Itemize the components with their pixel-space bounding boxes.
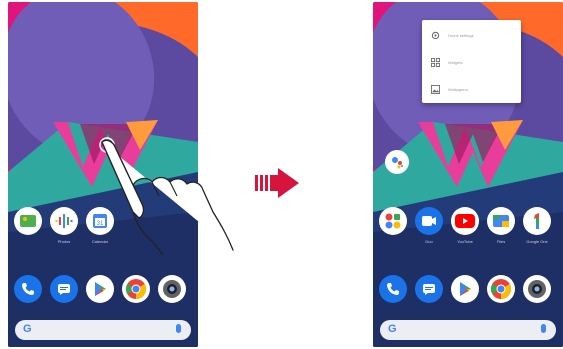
gear-icon bbox=[430, 30, 440, 40]
menu-item-label: Wallpapers bbox=[448, 86, 468, 92]
home-long-press-menu: Home settings Widgets Wallpapers bbox=[422, 20, 521, 103]
menu-item-label: Home settings bbox=[448, 32, 474, 38]
google-search-bar[interactable]: G bbox=[15, 320, 191, 340]
camera-icon[interactable] bbox=[158, 275, 186, 303]
phone-icon[interactable] bbox=[14, 275, 42, 303]
messages-icon[interactable] bbox=[50, 275, 78, 303]
chrome-icon[interactable] bbox=[487, 275, 515, 303]
google-assistant-icon[interactable] bbox=[385, 150, 409, 174]
phone-icon[interactable] bbox=[379, 275, 407, 303]
pointing-hand-illustration bbox=[101, 139, 234, 255]
app-label: YouTube bbox=[457, 239, 473, 244]
microphone-icon[interactable] bbox=[541, 324, 546, 333]
camera-icon[interactable] bbox=[523, 275, 551, 303]
wallpaper-icon bbox=[430, 84, 440, 94]
google-folder-icon[interactable] bbox=[379, 207, 407, 235]
podcasts-icon[interactable] bbox=[50, 207, 78, 235]
app-label: Duo bbox=[425, 239, 433, 244]
photos-widget-icon[interactable] bbox=[14, 207, 42, 235]
messages-icon[interactable] bbox=[415, 275, 443, 303]
google-one-icon[interactable] bbox=[523, 207, 551, 235]
transition-arrow-icon bbox=[255, 168, 299, 198]
menu-item-label: Widgets bbox=[448, 59, 463, 65]
menu-item-widgets[interactable]: Widgets bbox=[422, 49, 521, 75]
widgets-icon bbox=[430, 57, 440, 67]
google-search-bar[interactable]: G bbox=[380, 320, 556, 340]
youtube-icon[interactable] bbox=[451, 207, 479, 235]
duo-icon[interactable] bbox=[415, 207, 443, 235]
play-store-icon[interactable] bbox=[451, 275, 479, 303]
menu-item-home-settings[interactable]: Home settings bbox=[422, 22, 521, 48]
app-label: Google One bbox=[526, 239, 548, 244]
google-logo: G bbox=[388, 323, 397, 335]
microphone-icon[interactable] bbox=[176, 324, 181, 333]
files-icon[interactable] bbox=[487, 207, 515, 235]
play-store-icon[interactable] bbox=[86, 275, 114, 303]
chrome-icon[interactable] bbox=[122, 275, 150, 303]
right-phone-screen: Duo YouTube Files Google One G Home sett… bbox=[373, 2, 563, 347]
menu-item-wallpapers[interactable]: Wallpapers bbox=[422, 76, 521, 102]
dock-label: Photos bbox=[57, 239, 71, 244]
google-logo: G bbox=[23, 323, 32, 335]
app-label: Files bbox=[496, 239, 506, 244]
